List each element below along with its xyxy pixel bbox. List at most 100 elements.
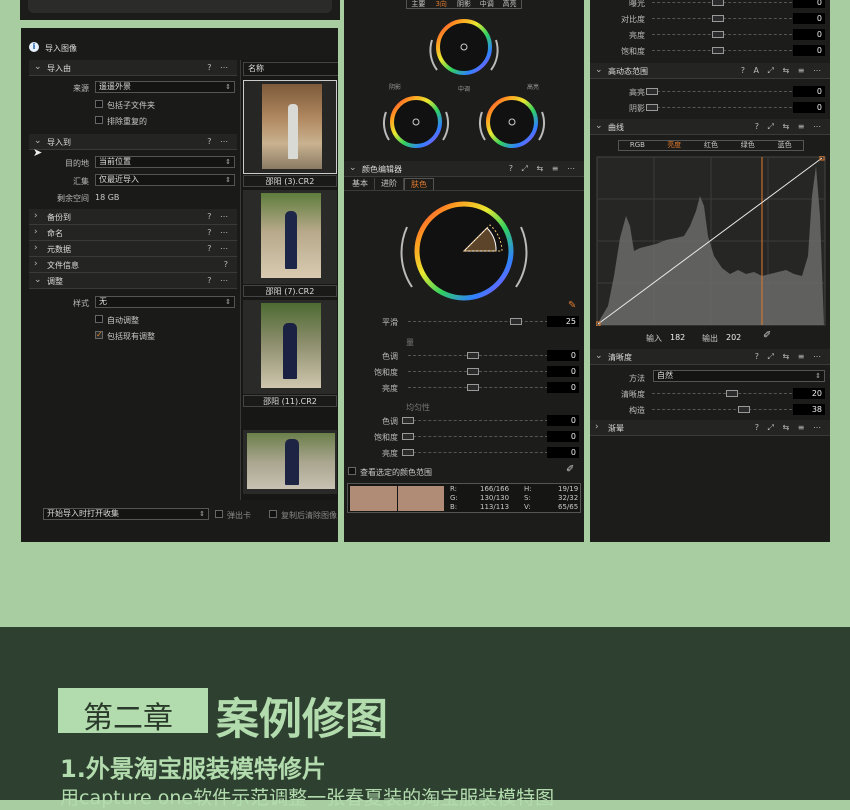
curve-input-value[interactable]: 182 [670, 333, 685, 342]
slider-knob[interactable] [467, 352, 479, 359]
brightness-value[interactable]: 0 [793, 29, 825, 40]
skin-tone-wheel[interactable] [344, 195, 584, 310]
section-icons[interactable]: ? [224, 260, 231, 269]
color-wheels[interactable] [344, 0, 584, 160]
exposure-slider[interactable] [652, 0, 792, 6]
slider-knob[interactable] [726, 390, 738, 397]
slider-knob[interactable] [467, 368, 479, 375]
highlight-wheel[interactable] [478, 96, 546, 148]
section-icons[interactable]: ? ⋯ [207, 228, 231, 237]
slider-knob[interactable] [712, 47, 724, 54]
eject-checkbox[interactable] [215, 510, 223, 518]
section-import-to[interactable]: ⌄ 导入到 ? ⋯ [29, 134, 237, 150]
midtone-wheel[interactable] [429, 19, 499, 75]
exclude-duplicates-checkbox[interactable] [95, 116, 103, 124]
section-metadata[interactable]: › 元数据? ⋯ [29, 241, 237, 257]
source-select[interactable]: 遥遥外景 ⇕ [95, 81, 235, 93]
slider-knob[interactable] [402, 433, 414, 440]
saturation-slider[interactable] [652, 47, 792, 54]
hdr-header[interactable]: ⌄ 高动态范围 ? A ⤢ ⇆ ≡ ⋯ [590, 63, 830, 79]
section-icons[interactable]: ? ⋯ [207, 244, 231, 253]
style-select[interactable]: 无 ⇕ [95, 296, 235, 308]
thumbnail-3[interactable] [243, 300, 337, 394]
curve-picker-icon[interactable]: ✐ [763, 330, 771, 341]
curve-output-value[interactable]: 202 [726, 333, 741, 342]
shadow-wheel[interactable] [382, 96, 450, 148]
exposure-value[interactable]: 0 [793, 0, 825, 8]
thumbnail-4[interactable] [243, 430, 337, 494]
hdr-highlight-slider[interactable] [646, 88, 792, 95]
slider-knob[interactable] [402, 449, 414, 456]
amount-hue-slider[interactable] [408, 352, 548, 359]
panel-tool-icons[interactable]: ? ⤢ ⇆ ≡ ⋯ [509, 164, 578, 174]
curve-header[interactable]: ⌄ 曲线 ? ⤢ ⇆ ≡ ⋯ [590, 119, 830, 135]
include-subfolders-checkbox[interactable] [95, 100, 103, 108]
structure-slider[interactable] [652, 406, 792, 413]
slider-knob[interactable] [510, 318, 522, 325]
thumbnail-1[interactable] [243, 80, 337, 174]
amount-saturation-slider[interactable] [408, 368, 548, 375]
slider-knob[interactable] [738, 406, 750, 413]
section-backup[interactable]: › 备份到? ⋯ [29, 209, 237, 225]
color-editor-header[interactable]: ⌄ 颜色编辑器 ? ⤢ ⇆ ≡ ⋯ [344, 161, 584, 177]
slider-knob[interactable] [712, 31, 724, 38]
thumbnail-2[interactable] [243, 190, 337, 284]
saturation-value[interactable]: 0 [793, 45, 825, 56]
amount-lightness-slider[interactable] [408, 384, 548, 391]
section-icons[interactable]: ? ⋯ [207, 212, 231, 221]
contrast-value[interactable]: 0 [793, 13, 825, 24]
panel-tool-icons[interactable]: ? ⤢ ⇆ ≡ ⋯ [755, 352, 824, 362]
clarity-slider[interactable] [652, 390, 792, 397]
amount-saturation-value[interactable]: 0 [547, 366, 579, 377]
panel-tool-icons[interactable]: ? ⤢ ⇆ ≡ ⋯ [755, 423, 824, 433]
slider-knob[interactable] [402, 417, 414, 424]
brightness-slider[interactable] [652, 31, 792, 38]
curve-tab-blue[interactable]: 蓝色 [766, 141, 803, 150]
auto-adjust-checkbox[interactable] [95, 315, 103, 323]
section-file-info[interactable]: › 文件信息? [29, 257, 237, 273]
amount-lightness-value[interactable]: 0 [547, 382, 579, 393]
uniformity-lightness-value[interactable]: 0 [547, 447, 579, 458]
uniformity-hue-value[interactable]: 0 [547, 415, 579, 426]
slider-knob[interactable] [467, 384, 479, 391]
section-import-from[interactable]: ⌄ 导入由 ? ⋯ [29, 60, 237, 76]
uniformity-hue-slider[interactable] [402, 417, 548, 424]
clarity-header[interactable]: ⌄ 清晰度 ? ⤢ ⇆ ≡ ⋯ [590, 349, 830, 365]
curve-tab-luma[interactable]: 亮度 [656, 141, 693, 150]
destination-select[interactable]: 当前位置 ⇕ [95, 156, 235, 168]
include-existing-checkbox[interactable]: ✓ [95, 331, 103, 339]
section-icons[interactable]: ? ⋯ [207, 137, 231, 146]
method-select[interactable]: 自然 ⇕ [653, 370, 825, 382]
collection-select[interactable]: 仅最近导入 ⇕ [95, 174, 235, 186]
copy-delete-checkbox[interactable] [269, 510, 277, 518]
curve-tab-rgb[interactable]: RGB [619, 141, 656, 150]
curve-tab-green[interactable]: 绿色 [729, 141, 766, 150]
uniformity-lightness-slider[interactable] [402, 449, 548, 456]
contrast-slider[interactable] [652, 15, 792, 22]
section-icons[interactable]: ? ⋯ [207, 276, 231, 285]
section-icons[interactable]: ? ⋯ [207, 63, 231, 72]
clarity-value[interactable]: 20 [793, 388, 825, 399]
slider-knob[interactable] [712, 15, 724, 22]
uniformity-saturation-slider[interactable] [402, 433, 548, 440]
collection-open-select[interactable]: 开始导入时打开收集 ⇕ [43, 508, 209, 520]
picker-icon[interactable]: ✐ [566, 464, 574, 475]
hdr-shadow-slider[interactable] [646, 104, 792, 111]
panel-tool-icons[interactable]: ? A ⤢ ⇆ ≡ ⋯ [741, 66, 824, 76]
section-adjust[interactable]: ⌄ 调整? ⋯ [29, 273, 237, 289]
structure-value[interactable]: 38 [793, 404, 825, 415]
slider-knob[interactable] [646, 88, 658, 95]
curve-graph[interactable] [596, 156, 826, 326]
amount-hue-value[interactable]: 0 [547, 350, 579, 361]
panel-tool-icons[interactable]: ? ⤢ ⇆ ≡ ⋯ [755, 122, 824, 132]
view-selected-checkbox[interactable] [348, 467, 356, 475]
hdr-shadow-value[interactable]: 0 [793, 102, 825, 113]
eyedropper-icon[interactable]: ✎ [568, 300, 576, 311]
smooth-value[interactable]: 25 [547, 316, 579, 327]
section-naming[interactable]: › 命名? ⋯ [29, 225, 237, 241]
uniformity-saturation-value[interactable]: 0 [547, 431, 579, 442]
smooth-slider[interactable] [408, 318, 548, 325]
slider-knob[interactable] [646, 104, 658, 111]
hdr-highlight-value[interactable]: 0 [793, 86, 825, 97]
curve-tab-red[interactable]: 红色 [693, 141, 730, 150]
